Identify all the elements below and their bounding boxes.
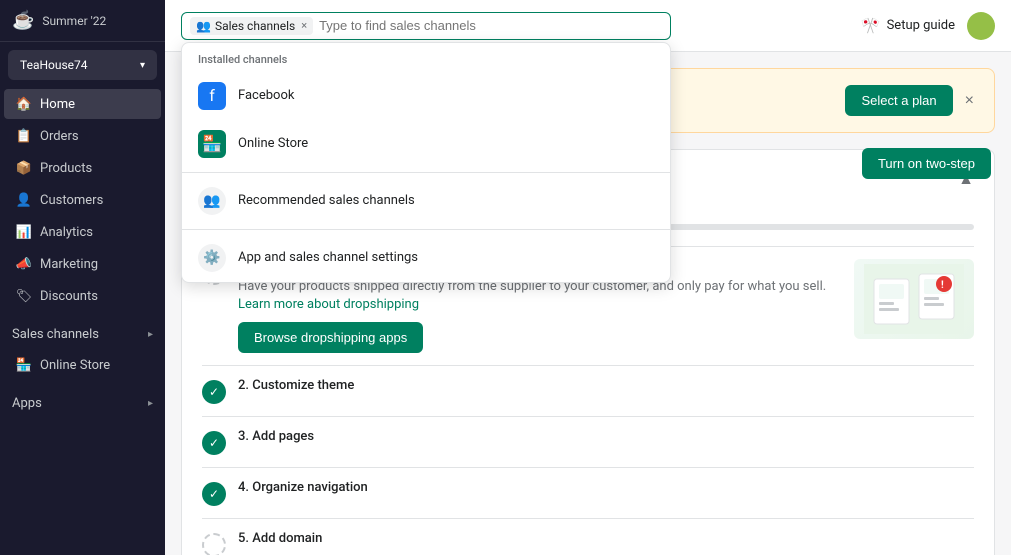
task-content-customize-theme: 2. Customize theme (238, 378, 974, 397)
marketing-icon: 📣 (16, 256, 32, 272)
discounts-icon: 🏷 (16, 288, 32, 304)
recommended-channels-label: Recommended sales channels (238, 193, 415, 208)
task-image-placeholder: ! (854, 259, 974, 339)
facebook-icon: f (198, 82, 226, 110)
sidebar-item-analytics[interactable]: 📊 Analytics (4, 217, 161, 247)
two-step-banner: Turn on two-step (862, 148, 991, 179)
sidebar-apps[interactable]: Apps ▸ (0, 389, 165, 418)
home-icon: 🏠 (16, 96, 32, 112)
task-title-organize-navigation: 4. Organize navigation (238, 480, 974, 495)
task-circle-customize-theme: ✓ (202, 380, 226, 404)
task-image-find-products: ! (854, 259, 974, 339)
topbar-right: 🎌 Setup guide (861, 12, 995, 40)
sidebar-item-orders[interactable]: 📋 Orders (4, 121, 161, 151)
search-pill[interactable]: 👥 Sales channels × (181, 12, 671, 40)
search-bar-container: 👥 Sales channels × Installed channels f … (181, 12, 671, 40)
sidebar-header: ☕ Summer '22 (0, 0, 165, 42)
apps-label: Apps (12, 396, 42, 411)
settings-icon: ⚙️ (198, 244, 226, 272)
sidebar-item-discounts-label: Discounts (40, 289, 98, 304)
products-icon: 📦 (16, 160, 32, 176)
recommended-icon: 👥 (198, 187, 226, 215)
sales-channels-arrow-icon: ▸ (148, 329, 153, 340)
task-title-add-pages: 3. Add pages (238, 429, 974, 444)
main-content: 👥 Sales channels × Installed channels f … (165, 0, 1011, 555)
search-input[interactable] (319, 18, 662, 33)
search-dropdown: Installed channels f Facebook 🏪 Online S… (181, 42, 671, 283)
dropdown-app-settings[interactable]: ⚙️ App and sales channel settings (182, 234, 670, 282)
sidebar-item-analytics-label: Analytics (40, 225, 93, 240)
search-tag: 👥 Sales channels × (190, 17, 313, 35)
dropdown-online-store-label: Online Store (238, 136, 308, 151)
store-channel-icon: 🏪 (198, 130, 226, 158)
apps-arrow-icon: ▸ (148, 398, 153, 409)
sidebar-item-customers-label: Customers (40, 193, 103, 208)
browse-dropshipping-button[interactable]: Browse dropshipping apps (238, 322, 423, 353)
sidebar-item-products-label: Products (40, 161, 92, 176)
task-desc-find-products: Have your products shipped directly from… (238, 278, 842, 314)
setup-guide-label: Setup guide (887, 18, 955, 33)
task-content-add-pages: 3. Add pages (238, 429, 974, 448)
setup-guide-button[interactable]: 🎌 Setup guide (861, 16, 955, 35)
sales-channels-label: Sales channels (12, 327, 99, 342)
sidebar-item-customers[interactable]: 👤 Customers (4, 185, 161, 215)
svg-text:!: ! (941, 280, 944, 291)
installed-channels-label: Installed channels (182, 43, 670, 72)
orders-icon: 📋 (16, 128, 32, 144)
avatar[interactable] (967, 12, 995, 40)
task-item-add-pages: ✓ 3. Add pages (202, 416, 974, 467)
dropdown-facebook-label: Facebook (238, 88, 294, 103)
topbar: 👥 Sales channels × Installed channels f … (165, 0, 1011, 52)
select-plan-button[interactable]: Select a plan (845, 85, 952, 116)
dropshipping-link[interactable]: Learn more about dropshipping (238, 297, 419, 312)
online-store-icon: 🏪 (16, 357, 32, 373)
sales-channels-tag-icon: 👥 (196, 19, 211, 33)
search-tag-close-button[interactable]: × (301, 19, 307, 32)
flag-icon: 🎌 (861, 16, 881, 35)
task-circle-add-domain (202, 533, 226, 555)
chevron-down-icon: ▾ (140, 60, 145, 71)
task-content-add-domain: 5. Add domain (238, 531, 974, 550)
sidebar-item-marketing[interactable]: 📣 Marketing (4, 249, 161, 279)
sidebar-item-home-label: Home (40, 97, 75, 112)
store-selector[interactable]: TeaHouse74 ▾ (8, 50, 157, 80)
topbar-left: 👥 Sales channels × Installed channels f … (181, 12, 671, 40)
search-tag-label: Sales channels (215, 19, 295, 33)
task-circle-add-pages: ✓ (202, 431, 226, 455)
turn-on-two-step-button[interactable]: Turn on two-step (862, 148, 991, 179)
customers-icon: 👤 (16, 192, 32, 208)
sidebar-item-products[interactable]: 📦 Products (4, 153, 161, 183)
store-name: TeaHouse74 (20, 58, 88, 72)
task-title-add-domain: 5. Add domain (238, 531, 974, 546)
season-tag: Summer '22 (42, 14, 106, 28)
sidebar-item-marketing-label: Marketing (40, 257, 98, 272)
app-settings-label: App and sales channel settings (238, 250, 418, 265)
task-item-customize-theme: ✓ 2. Customize theme (202, 365, 974, 416)
shopify-logo: ☕ (12, 10, 34, 31)
dropdown-recommended-label: 👥 Recommended sales channels (182, 177, 670, 225)
task-item-add-domain: 5. Add domain (202, 518, 974, 555)
dropdown-divider (182, 172, 670, 173)
dropdown-item-online-store[interactable]: 🏪 Online Store (182, 120, 670, 168)
sidebar-item-online-store[interactable]: 🏪 Online Store (4, 350, 161, 380)
banner-close-button[interactable]: × (961, 88, 978, 114)
sidebar-item-home[interactable]: 🏠 Home (4, 89, 161, 119)
task-circle-organize-navigation: ✓ (202, 482, 226, 506)
sidebar-item-discounts[interactable]: 🏷 Discounts (4, 281, 161, 311)
sidebar-item-orders-label: Orders (40, 129, 79, 144)
dropdown-divider-2 (182, 229, 670, 230)
sidebar: ☕ Summer '22 TeaHouse74 ▾ 🏠 Home 📋 Order… (0, 0, 165, 555)
sidebar-sales-channels[interactable]: Sales channels ▸ (0, 320, 165, 349)
task-item-organize-navigation: ✓ 4. Organize navigation (202, 467, 974, 518)
task-title-customize-theme: 2. Customize theme (238, 378, 974, 393)
dropdown-item-facebook[interactable]: f Facebook (182, 72, 670, 120)
task-content-organize-navigation: 4. Organize navigation (238, 480, 974, 499)
analytics-icon: 📊 (16, 224, 32, 240)
banner-actions: Select a plan × (845, 85, 978, 116)
sidebar-item-online-store-label: Online Store (40, 358, 110, 373)
